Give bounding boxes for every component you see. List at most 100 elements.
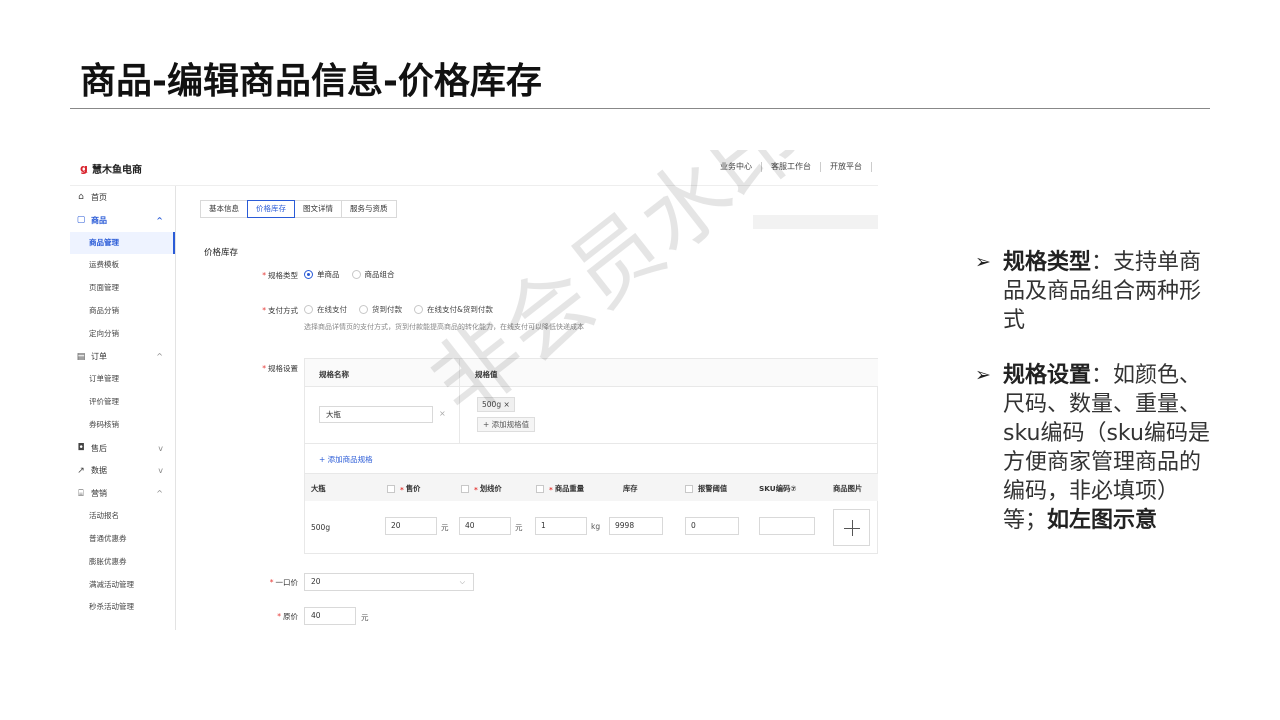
original-price-input[interactable]: 40 (304, 607, 356, 625)
checkbox[interactable] (536, 485, 544, 493)
goods-icon: ▢ (76, 215, 86, 226)
sidebar-group-7[interactable]: ▤ 订单 ^ (70, 346, 175, 369)
spec-value-header: 规格值 (475, 370, 498, 379)
section-title: 价格库存 (204, 248, 239, 258)
sidebar-group-12[interactable]: ↗ 数据 v (70, 460, 175, 483)
sidebar-item-16[interactable]: 膨胀优惠券 (70, 551, 175, 574)
radio-online-and-cod[interactable]: 在线支付&货到付款 (414, 304, 493, 315)
radio-online-pay[interactable]: 在线支付 (304, 304, 347, 315)
order-icon: ▤ (76, 351, 86, 362)
sidebar-item-17[interactable]: 满减活动管理 (70, 574, 175, 597)
tab-service[interactable]: 服务与资质 (341, 200, 397, 218)
slide-title: 商品-编辑商品信息-价格库存 (80, 61, 542, 102)
image-upload-plus-icon[interactable] (833, 509, 870, 546)
spec-name-input[interactable]: 大瓶 (319, 406, 433, 423)
sidebar-item-5[interactable]: 商品分销 (70, 300, 175, 323)
note-spec-type: ➢ 规格类型：支持单商品及商品组合两种形式 (975, 250, 1202, 333)
sku-col-weight: * 商品重量 (536, 484, 584, 494)
checkbox[interactable] (685, 485, 693, 493)
sidebar-item-18[interactable]: 秒杀活动管理 (70, 596, 175, 619)
top-link-service[interactable]: 客服工作台 (762, 162, 821, 172)
sku-col-code: SKU编码⑦ (759, 484, 797, 493)
app-logo[interactable]: ǥ 慧木鱼电商 (80, 161, 142, 176)
sidebar-item-8[interactable]: 订单管理 (70, 368, 175, 391)
tab-price-stock[interactable]: 价格库存 (247, 200, 295, 218)
sidebar-item-2[interactable]: 商品管理 (70, 231, 175, 255)
sku-price-unit: 元 (441, 523, 449, 532)
sidebar-item-4[interactable]: 页面管理 (70, 277, 175, 300)
sku-strike-price-input[interactable]: 40 (459, 517, 511, 535)
one-price-label: * 一口价 (269, 578, 298, 587)
radio-empty-icon (351, 270, 361, 279)
sku-code-input[interactable] (759, 517, 815, 535)
data-icon: ↗ (77, 465, 85, 476)
sidebar-group-label: 首页 (91, 192, 107, 202)
add-spec-value-button[interactable]: + 添加规格值 (477, 417, 536, 432)
sidebar-group-11[interactable]: ◘ 售后 v (70, 437, 175, 460)
top-link-business[interactable]: 业务中心 (711, 162, 762, 172)
title-divider (70, 108, 1210, 109)
sku-strike-unit: 元 (515, 523, 523, 532)
placeholder-bar (753, 215, 878, 229)
sku-col-stock: 库存 (623, 484, 638, 493)
checkbox[interactable] (461, 485, 469, 493)
chevron-up-icon: ^ (156, 215, 163, 225)
fish-logo-icon: ǥ (80, 162, 88, 175)
sidebar-group-0[interactable]: ⌂ 首页 (70, 186, 175, 209)
chevron-down-icon: v (158, 466, 163, 476)
sidebar-item-6[interactable]: 定向分销 (70, 323, 175, 346)
radio-cod[interactable]: 货到付款 (359, 304, 402, 315)
sku-row-label: 500g (311, 523, 331, 532)
add-spec-link[interactable]: + 添加商品规格 (319, 454, 373, 465)
sidebar-group-label: 商品 (91, 215, 107, 225)
sku-weight-input[interactable]: 1 (535, 517, 587, 535)
top-bar: ǥ 慧木鱼电商 业务中心 客服工作台 开放平台 (70, 150, 878, 186)
sidebar-item-3[interactable]: 运费模板 (70, 254, 175, 277)
sidebar-group-1[interactable]: ▢ 商品 ^ (70, 209, 175, 232)
radio-empty-icon (414, 305, 423, 314)
sidebar-item-14[interactable]: 活动报名 (70, 505, 175, 528)
sku-col-alert: 报警阈值 (685, 484, 727, 494)
chevron-down-icon: ⌵ (459, 578, 465, 586)
original-price-label: * 原价 (277, 612, 298, 621)
sidebar-item-15[interactable]: 普通优惠券 (70, 528, 175, 551)
sidebar-group-13[interactable]: ⌸ 营销 ^ (70, 482, 175, 505)
sidebar: ⌂ 首页 ▢ 商品 ^ 商品管理 运费模板 页面管理 商品分销 定向分销 ▤ 订单 ^ 订单管理 评价管理券… (70, 186, 176, 630)
clear-spec-icon[interactable]: × (439, 409, 446, 418)
sku-table-header: 大瓶 * 售价 * 划线价 * 商品重量 库存 报警阈值 SKU编码⑦ 商品图片 (305, 473, 878, 501)
tab-detail[interactable]: 图文详情 (294, 200, 342, 218)
top-link-open-platform[interactable]: 开放平台 (821, 162, 872, 172)
sku-stock-input[interactable]: 9998 (609, 517, 663, 535)
notes-panel: ➢ 规格类型：支持单商品及商品组合两种形式 ➢ 规格设置：如颜色、尺码、数量、重… (975, 248, 1225, 561)
radio-checked-icon (304, 270, 313, 279)
payment-radios: 在线支付 货到付款 在线支付&货到付款 (304, 304, 505, 315)
radio-combo-goods[interactable]: 商品组合 (351, 269, 395, 280)
sku-col-image: 商品图片 (833, 484, 863, 493)
note-spec-setting: ➢ 规格设置：如颜色、尺码、数量、重量、sku编码（sku编码是方便商家管理商品… (975, 363, 1210, 533)
sidebar-item-10[interactable]: 券码核销 (70, 414, 175, 437)
sku-weight-unit: kg (591, 522, 601, 531)
spec-name-header: 规格名称 (319, 370, 349, 379)
chevron-up-icon: ^ (156, 352, 163, 362)
sku-price-input[interactable]: 20 (385, 517, 437, 535)
spec-value-tag[interactable]: 500g × (477, 397, 515, 412)
sku-col-spec: 大瓶 (311, 484, 326, 493)
one-price-select[interactable]: 20 ⌵ (304, 573, 474, 591)
original-price-unit: 元 (361, 613, 369, 622)
payment-label: * 支付方式 (262, 306, 298, 315)
checkbox[interactable] (387, 485, 395, 493)
spec-type-radios: 单商品 商品组合 (304, 269, 407, 280)
home-icon: ⌂ (78, 192, 84, 203)
logo-text: 慧木鱼电商 (92, 165, 142, 176)
sku-alert-input[interactable]: 0 (685, 517, 739, 535)
spec-type-label: * 规格类型 (262, 271, 298, 280)
main-content: 基本信息 价格库存 图文详情 服务与资质 价格库存 * 规格类型 单商品 商品组合… (188, 186, 878, 630)
sku-col-strike-price: * 划线价 (461, 484, 502, 494)
tab-bar: 基本信息 价格库存 图文详情 服务与资质 (200, 200, 397, 218)
app-screenshot: ǥ 慧木鱼电商 业务中心 客服工作台 开放平台 ⌂ 首页 ▢ 商品 ^ 商品管理 运费模板页… (70, 150, 878, 630)
sidebar-group-label: 数据 (91, 466, 107, 476)
sidebar-group-label: 售后 (91, 443, 107, 453)
sidebar-item-9[interactable]: 评价管理 (70, 391, 175, 414)
radio-single-goods[interactable]: 单商品 (304, 269, 340, 280)
tab-basic-info[interactable]: 基本信息 (200, 200, 248, 218)
